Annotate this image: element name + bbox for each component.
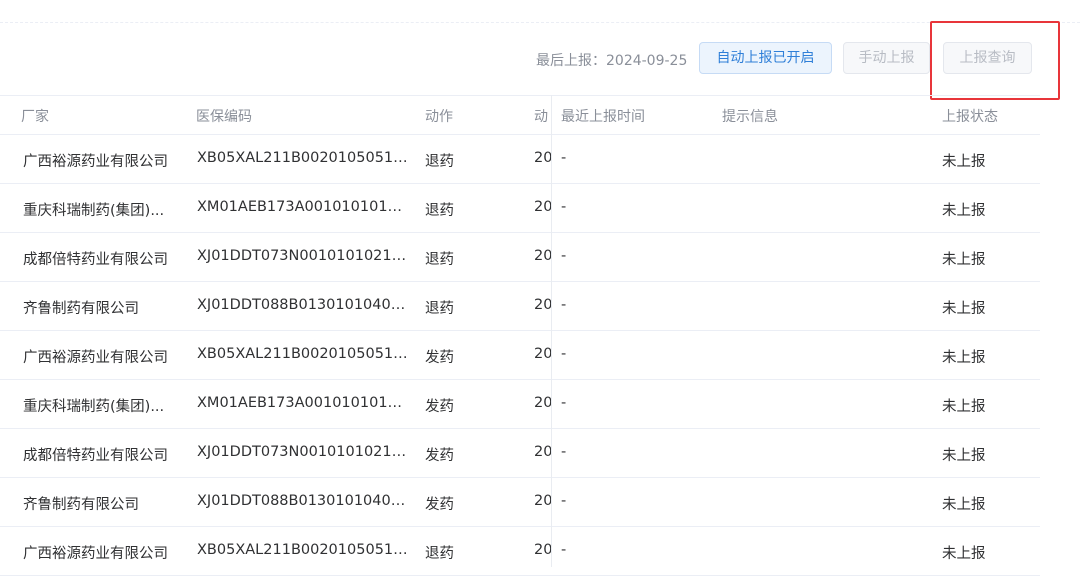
cell-insurance-code: XJ01DDT073N001010102138 <box>197 248 409 264</box>
cell-action: 退药 <box>425 252 454 268</box>
cell-insurance-code: XJ01DDT073N001010102138 <box>197 444 409 460</box>
cell-recent-report-time: - <box>561 297 567 313</box>
table-row[interactable]: 重庆科瑞制药(集团)... XM01AEB173A0010101010... 退药 2… <box>0 184 1040 233</box>
cell-recent-report-time: - <box>561 199 567 215</box>
cell-report-status: 未上报 <box>942 448 986 464</box>
table-body: 广西裕源药业有限公司 XB05XAL211B002010505173 退药 20- 未上… <box>0 135 1040 576</box>
cell-recent-report-time: - <box>561 395 567 411</box>
cell-action: 退药 <box>425 546 454 562</box>
report-toolbar: 最后上报：2024-09-25 自动上报已开启 手动上报 上报查询 <box>0 40 1040 78</box>
cell-recent-report-time: - <box>561 248 567 264</box>
cell-insurance-code: XJ01DDT088B013010104021 <box>197 493 409 509</box>
cell-vendor: 成都倍特药业有限公司 <box>23 448 168 464</box>
cell-action-time: 20 <box>534 248 551 264</box>
header-vendor: 厂家 <box>21 109 49 125</box>
auto-report-button[interactable]: 自动上报已开启 <box>699 42 832 74</box>
cell-recent-report-time: - <box>561 346 567 362</box>
report-table: 厂家 医保编码 动作 动 最近上报时间 提示信息 上报状态 广西裕源药业有限公司… <box>0 95 1040 576</box>
header-insurance-code: 医保编码 <box>196 109 252 125</box>
cell-vendor: 重庆科瑞制药(集团)... <box>23 203 165 219</box>
cell-vendor: 广西裕源药业有限公司 <box>23 350 168 366</box>
table-row[interactable]: 成都倍特药业有限公司 XJ01DDT073N001010102138 退药 20- 未上… <box>0 233 1040 282</box>
header-action: 动作 <box>425 109 453 125</box>
header-report-status: 上报状态 <box>942 109 998 125</box>
manual-report-button[interactable]: 手动上报 <box>843 42 930 74</box>
table-row[interactable]: 广西裕源药业有限公司 XB05XAL211B002010505173 退药 20- 未上… <box>0 527 1040 576</box>
header-recent-report-time: 最近上报时间 <box>561 109 645 125</box>
cell-vendor: 广西裕源药业有限公司 <box>23 546 168 562</box>
cell-report-status: 未上报 <box>942 301 986 317</box>
table-row[interactable]: 成都倍特药业有限公司 XJ01DDT073N001010102138 发药 20- 未上… <box>0 429 1040 478</box>
cell-action: 退药 <box>425 301 454 317</box>
cell-recent-report-time: - <box>561 493 567 509</box>
top-divider <box>0 22 1080 24</box>
cell-insurance-code: XM01AEB173A0010101010... <box>197 199 409 215</box>
cell-action: 退药 <box>425 154 454 170</box>
cell-vendor: 重庆科瑞制药(集团)... <box>23 399 165 415</box>
cell-report-status: 未上报 <box>942 399 986 415</box>
table-row[interactable]: 重庆科瑞制药(集团)... XM01AEB173A0010101010... 发药 2… <box>0 380 1040 429</box>
cell-report-status: 未上报 <box>942 154 986 170</box>
cell-vendor: 齐鲁制药有限公司 <box>23 497 139 513</box>
cell-action-time: 20 <box>534 297 551 313</box>
cell-report-status: 未上报 <box>942 203 986 219</box>
highlight-annotation-box <box>930 21 1060 100</box>
cell-action-time: 20 <box>534 493 551 509</box>
table-row[interactable]: 广西裕源药业有限公司 XB05XAL211B002010505173 退药 20- 未上… <box>0 135 1040 184</box>
table-header: 厂家 医保编码 动作 动 最近上报时间 提示信息 上报状态 <box>0 96 1040 135</box>
cell-action-time: 20 <box>534 542 551 558</box>
cell-insurance-code: XM01AEB173A0010101010... <box>197 395 409 411</box>
table-row[interactable]: 广西裕源药业有限公司 XB05XAL211B002010505173 发药 20- 未上… <box>0 331 1040 380</box>
cell-action: 发药 <box>425 350 454 366</box>
header-action-time-cut: 动 <box>534 109 548 125</box>
cell-report-status: 未上报 <box>942 252 986 268</box>
cell-action-time: 20 <box>534 395 551 411</box>
cell-report-status: 未上报 <box>942 497 986 513</box>
cell-insurance-code: XB05XAL211B002010505173 <box>197 346 409 362</box>
cell-vendor: 齐鲁制药有限公司 <box>23 301 139 317</box>
fixed-column-divider <box>551 95 552 567</box>
cell-report-status: 未上报 <box>942 546 986 562</box>
cell-report-status: 未上报 <box>942 350 986 366</box>
cell-vendor: 成都倍特药业有限公司 <box>23 252 168 268</box>
cell-action-time: 20 <box>534 444 551 460</box>
cell-insurance-code: XJ01DDT088B013010104021 <box>197 297 409 313</box>
cell-action: 发药 <box>425 448 454 464</box>
cell-insurance-code: XB05XAL211B002010505173 <box>197 542 409 558</box>
cell-action: 发药 <box>425 497 454 513</box>
cell-insurance-code: XB05XAL211B002010505173 <box>197 150 409 166</box>
table-row[interactable]: 齐鲁制药有限公司 XJ01DDT088B013010104021 退药 20- 未上报 <box>0 282 1040 331</box>
cell-action-time: 20 <box>534 346 551 362</box>
cell-recent-report-time: - <box>561 150 567 166</box>
cell-vendor: 广西裕源药业有限公司 <box>23 154 168 170</box>
table-row[interactable]: 齐鲁制药有限公司 XJ01DDT088B013010104021 发药 20- 未上报 <box>0 478 1040 527</box>
last-report-text: 最后上报：2024-09-25 <box>536 53 688 69</box>
cell-action: 发药 <box>425 399 454 415</box>
cell-action: 退药 <box>425 203 454 219</box>
cell-action-time: 20 <box>534 150 551 166</box>
header-tip-info: 提示信息 <box>722 109 778 125</box>
cell-recent-report-time: - <box>561 444 567 460</box>
cell-recent-report-time: - <box>561 542 567 558</box>
cell-action-time: 20 <box>534 199 551 215</box>
